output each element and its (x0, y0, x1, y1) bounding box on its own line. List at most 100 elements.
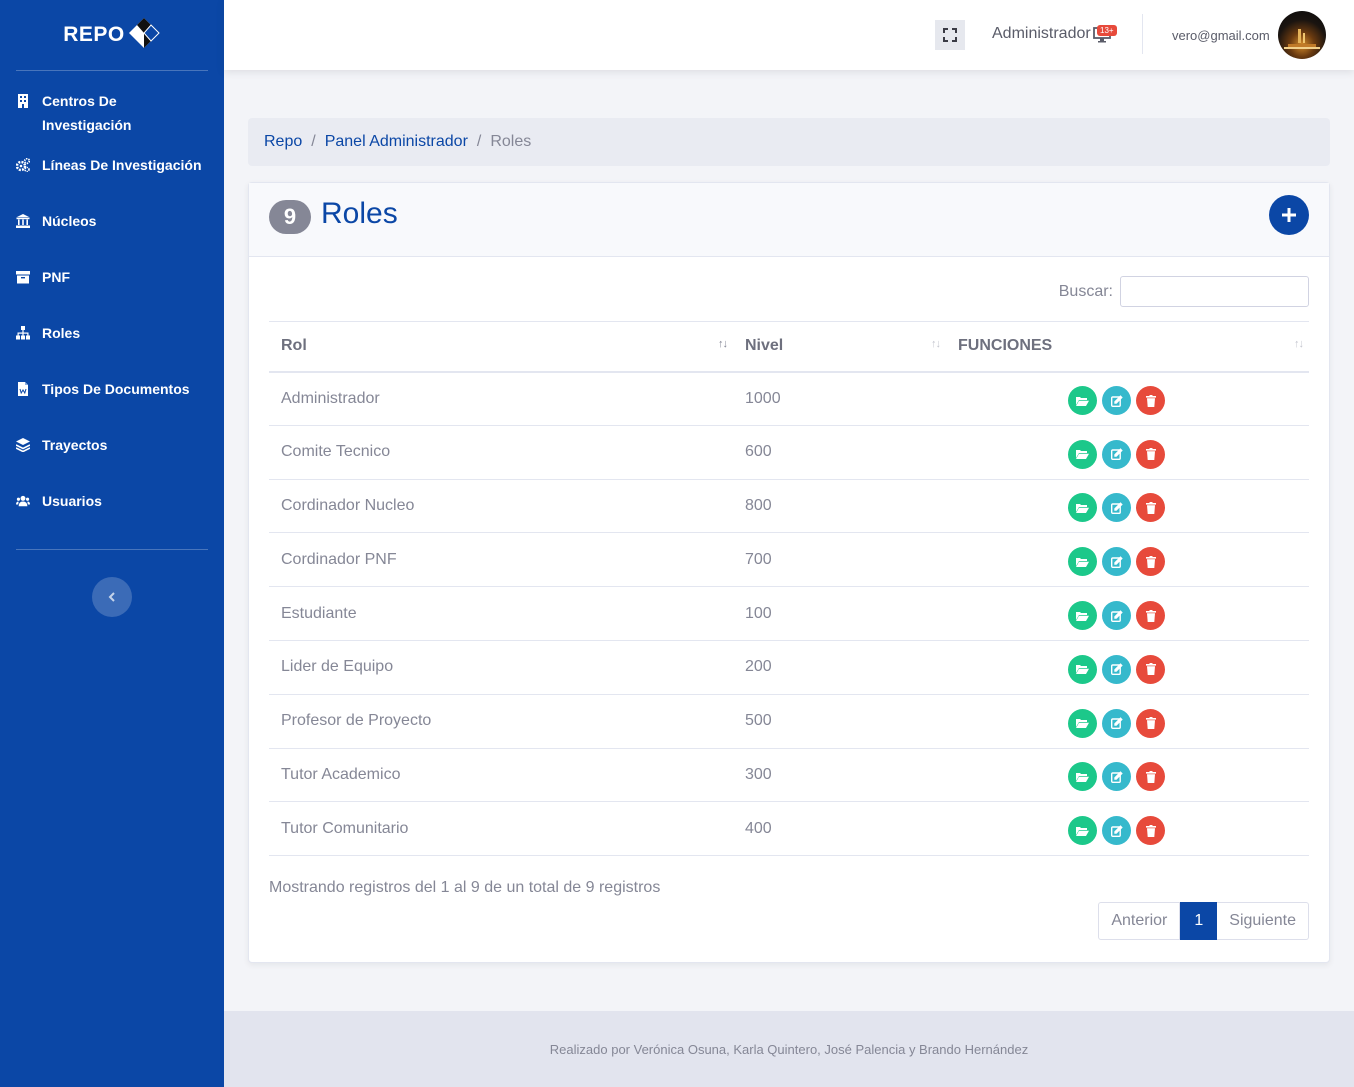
sidebar-item-tipos-documentos[interactable]: Tipos De Documentos (0, 377, 224, 433)
sidebar-item-pnf[interactable]: PNF (0, 265, 224, 321)
folder-open-icon (1076, 719, 1089, 729)
sidebar-item-centros[interactable]: Centros De Investigación (0, 89, 224, 153)
brand-name: REPO (63, 23, 125, 46)
table-header-row: Rol ↑↓ Nivel ↑↓ FUNCIONES ↑↓ (269, 321, 1309, 373)
trash-icon (1145, 501, 1156, 514)
delete-button[interactable] (1136, 493, 1165, 523)
avatar[interactable] (1278, 11, 1326, 59)
sidebar-item-usuarios[interactable]: Usuarios (0, 489, 224, 545)
edit-icon (1110, 663, 1123, 676)
cell-rol: Estudiante (269, 586, 733, 641)
expand-icon (943, 28, 957, 42)
sort-icon: ↑↓ (931, 338, 941, 350)
edit-icon (1110, 825, 1123, 837)
folder-open-icon (1076, 826, 1089, 836)
delete-button[interactable] (1136, 439, 1165, 469)
sidebar-item-trayectos[interactable]: Trayectos (0, 433, 224, 489)
table-row: Tutor Academico 300 (269, 748, 1309, 803)
topbar: Administrador 13+ vero@gmail.com (224, 0, 1354, 70)
edit-icon (1110, 556, 1123, 568)
edit-button[interactable] (1102, 601, 1131, 631)
pagination: Anterior 1 Siguiente (1098, 902, 1309, 940)
trash-icon (1145, 663, 1156, 676)
sidebar-item-label: Núcleos (42, 213, 97, 229)
view-button[interactable] (1068, 816, 1097, 846)
cell-rol: Administrador (269, 371, 733, 426)
sidebar-toggle-button[interactable] (92, 577, 132, 617)
delete-button[interactable] (1136, 708, 1165, 738)
edit-icon (1110, 609, 1123, 622)
view-button[interactable] (1068, 762, 1097, 792)
notification-badge: 13+ (1097, 25, 1117, 36)
cell-funciones (946, 801, 1309, 857)
view-button[interactable] (1068, 654, 1097, 684)
column-header-nivel[interactable]: Nivel ↑↓ (733, 321, 946, 373)
column-header-funciones[interactable]: FUNCIONES ↑↓ (946, 321, 1309, 373)
footer: Realizado por Verónica Osuna, Karla Quin… (224, 1011, 1354, 1087)
row-actions (1068, 708, 1309, 738)
view-button[interactable] (1068, 386, 1097, 416)
view-button[interactable] (1068, 493, 1097, 523)
footer-credits: Realizado por Verónica Osuna, Karla Quin… (549, 1041, 1029, 1057)
cell-rol: Tutor Academico (269, 748, 733, 803)
view-button[interactable] (1068, 708, 1097, 738)
sidebar-item-label: Trayectos (42, 437, 108, 453)
table-info: Mostrando registros del 1 al 9 de un tot… (269, 879, 661, 896)
user-email[interactable]: vero@gmail.com (1172, 28, 1270, 43)
user-role-label[interactable]: Administrador (992, 25, 1091, 43)
pagination-page-button[interactable]: 1 (1180, 902, 1218, 940)
delete-button[interactable] (1136, 601, 1165, 631)
table-row: Cordinador Nucleo 800 (269, 479, 1309, 534)
delete-button[interactable] (1136, 547, 1165, 577)
archive-icon (16, 271, 30, 284)
add-role-button[interactable] (1269, 195, 1309, 235)
delete-button[interactable] (1136, 816, 1165, 846)
sidebar-item-label: Roles (42, 325, 81, 341)
column-header-rol[interactable]: Rol ↑↓ (269, 321, 733, 373)
edit-icon (1110, 717, 1123, 730)
sidebar-item-nucleos[interactable]: Núcleos (0, 209, 224, 265)
chevron-left-icon (108, 592, 115, 602)
breadcrumb-separator: / (311, 133, 316, 150)
plus-icon (1282, 208, 1296, 222)
sidebar-item-label: Centros De Investigación (42, 93, 132, 133)
topbar-divider (1142, 14, 1143, 54)
trash-icon (1145, 824, 1156, 837)
university-icon (16, 214, 30, 228)
folder-open-icon (1076, 557, 1089, 567)
delete-button[interactable] (1136, 762, 1165, 792)
breadcrumb-link-repo[interactable]: Repo (264, 133, 302, 151)
column-header-label: Nivel (745, 337, 784, 355)
pagination-prev-button[interactable]: Anterior (1098, 902, 1181, 940)
sidebar-item-label: PNF (42, 269, 70, 285)
edit-button[interactable] (1102, 708, 1131, 738)
edit-icon (1110, 502, 1123, 514)
cell-rol: Comite Tecnico (269, 425, 733, 480)
page-title: Roles (321, 197, 398, 230)
view-button[interactable] (1068, 601, 1097, 631)
sidebar-item-roles[interactable]: Roles (0, 321, 224, 377)
view-button[interactable] (1068, 439, 1097, 469)
edit-button[interactable] (1102, 493, 1131, 523)
fullscreen-button[interactable] (935, 20, 965, 50)
cell-funciones (946, 586, 1309, 641)
edit-button[interactable] (1102, 762, 1131, 792)
trash-icon (1145, 394, 1156, 407)
search-input[interactable] (1120, 276, 1309, 307)
sidebar-item-lineas[interactable]: Líneas De Investigación (0, 153, 224, 209)
delete-button[interactable] (1136, 386, 1165, 416)
edit-button[interactable] (1102, 547, 1131, 577)
delete-button[interactable] (1136, 654, 1165, 684)
edit-button[interactable] (1102, 816, 1131, 846)
edit-button[interactable] (1102, 386, 1131, 416)
column-header-label: Rol (281, 337, 307, 355)
view-button[interactable] (1068, 547, 1097, 577)
card-header: 9 Roles (249, 183, 1329, 257)
edit-button[interactable] (1102, 654, 1131, 684)
brand[interactable]: REPO (16, 0, 208, 71)
pagination-next-button[interactable]: Siguiente (1217, 902, 1309, 940)
breadcrumb-link-panel[interactable]: Panel Administrador (325, 133, 468, 151)
edit-button[interactable] (1102, 439, 1131, 469)
trash-icon (1145, 717, 1156, 730)
trash-icon (1145, 448, 1156, 461)
